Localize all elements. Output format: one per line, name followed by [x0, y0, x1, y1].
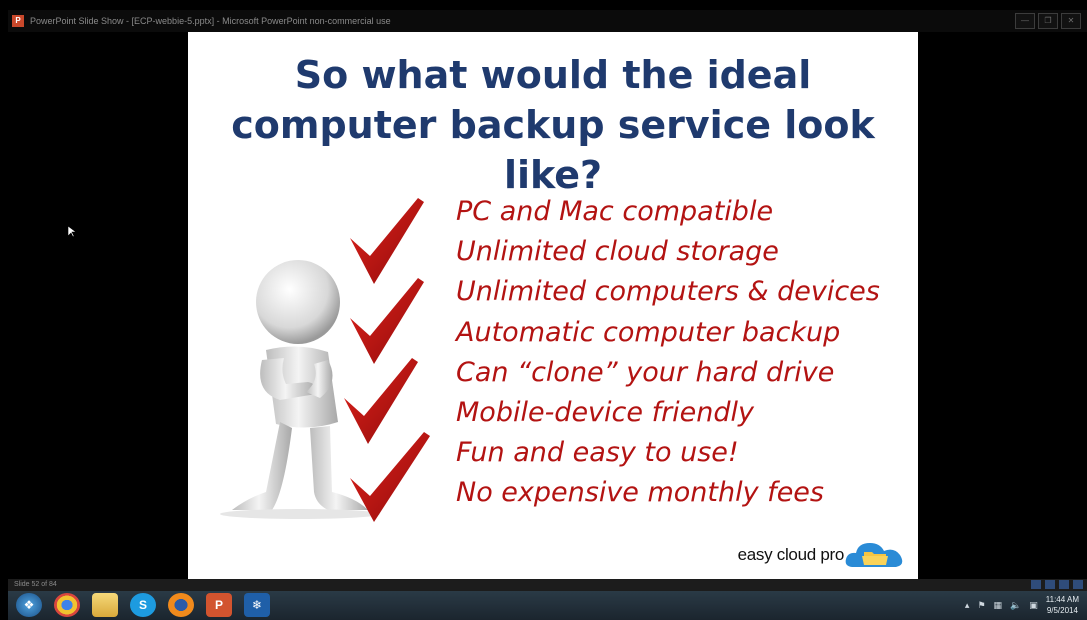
checkmark-2: [350, 278, 424, 364]
feature-item: PC and Mac compatible: [456, 196, 774, 227]
view-buttons: [1031, 580, 1083, 589]
cloud-folder-icon: [845, 543, 903, 567]
window-controls: — ❐ ✕: [1015, 13, 1081, 29]
slide-counter: Slide 52 of 84: [14, 581, 57, 588]
checkmarks: [344, 198, 430, 522]
feature-item: No expensive monthly fees: [456, 477, 824, 509]
checkmark-3: [344, 358, 418, 444]
feature-item: Can “clone” your hard drive: [456, 356, 835, 388]
slide[interactable]: So what would the ideal computer backup …: [188, 32, 918, 579]
clock-date: 9/5/2014: [1046, 606, 1078, 615]
powerpoint-icon: P: [12, 15, 24, 27]
checkmark-1: [350, 198, 424, 284]
taskbar-apps: ❖ S P ❄: [16, 593, 270, 617]
close-button[interactable]: ✕: [1061, 13, 1081, 29]
chrome-icon[interactable]: [54, 593, 80, 617]
feature-item: Automatic computer backup: [456, 316, 841, 348]
powerpoint-statusbar: Slide 52 of 84: [8, 579, 1087, 591]
window-titlebar: P PowerPoint Slide Show - [ECP-webbie-5.…: [8, 10, 1087, 32]
feature-list: PC and Mac compatible Unlimited cloud st…: [456, 192, 880, 514]
feature-item: Mobile-device friendly: [456, 397, 755, 429]
volume-icon[interactable]: 🔈: [1010, 600, 1021, 611]
slide-sorter-icon[interactable]: [1045, 580, 1055, 589]
windows-taskbar: ❖ S P ❄ ▴ ⚑ ▦ 🔈 ▣ 11:44 AM 9/5/2014: [8, 591, 1087, 620]
minimize-button[interactable]: —: [1015, 13, 1035, 29]
feature-item: Unlimited cloud storage: [456, 236, 779, 268]
logo-text: easy cloud pro: [737, 545, 845, 564]
slide-title: So what would the ideal computer backup …: [231, 53, 875, 197]
powerpoint-taskbar-icon[interactable]: P: [206, 593, 232, 617]
clock-time: 11:44 AM: [1045, 595, 1079, 604]
3d-person-figure: [220, 260, 380, 519]
system-tray: ▴ ⚑ ▦ 🔈 ▣ 11:44 AM 9/5/2014: [965, 594, 1079, 616]
file-explorer-icon[interactable]: [92, 593, 118, 617]
firefox-icon[interactable]: [168, 593, 194, 617]
easy-cloud-pro-logo: easy cloud pro: [738, 539, 906, 571]
windows-start-icon[interactable]: ❖: [16, 593, 42, 617]
feature-item: Fun and easy to use!: [456, 437, 739, 469]
mouse-cursor-icon: [68, 226, 76, 238]
network-icon[interactable]: ▦: [994, 600, 1003, 611]
window-title: PowerPoint Slide Show - [ECP-webbie-5.pp…: [30, 16, 391, 26]
clock[interactable]: 11:44 AM 9/5/2014: [1046, 594, 1079, 616]
skype-icon[interactable]: S: [130, 593, 156, 617]
figure-with-checkmarks-illustration: [220, 198, 430, 522]
snowflake-app-icon[interactable]: ❄: [244, 593, 270, 617]
show-hidden-icons-icon[interactable]: ▴: [965, 600, 970, 611]
action-center-flag-icon[interactable]: ⚑: [977, 600, 985, 611]
normal-view-icon[interactable]: [1031, 580, 1041, 589]
device-icon[interactable]: ▣: [1029, 600, 1038, 611]
restore-button[interactable]: ❐: [1038, 13, 1058, 29]
slideshow-view-icon[interactable]: [1073, 580, 1083, 589]
reading-view-icon[interactable]: [1059, 580, 1069, 589]
feature-item: Unlimited computers & devices: [456, 276, 880, 308]
screen: P PowerPoint Slide Show - [ECP-webbie-5.…: [0, 0, 1087, 620]
